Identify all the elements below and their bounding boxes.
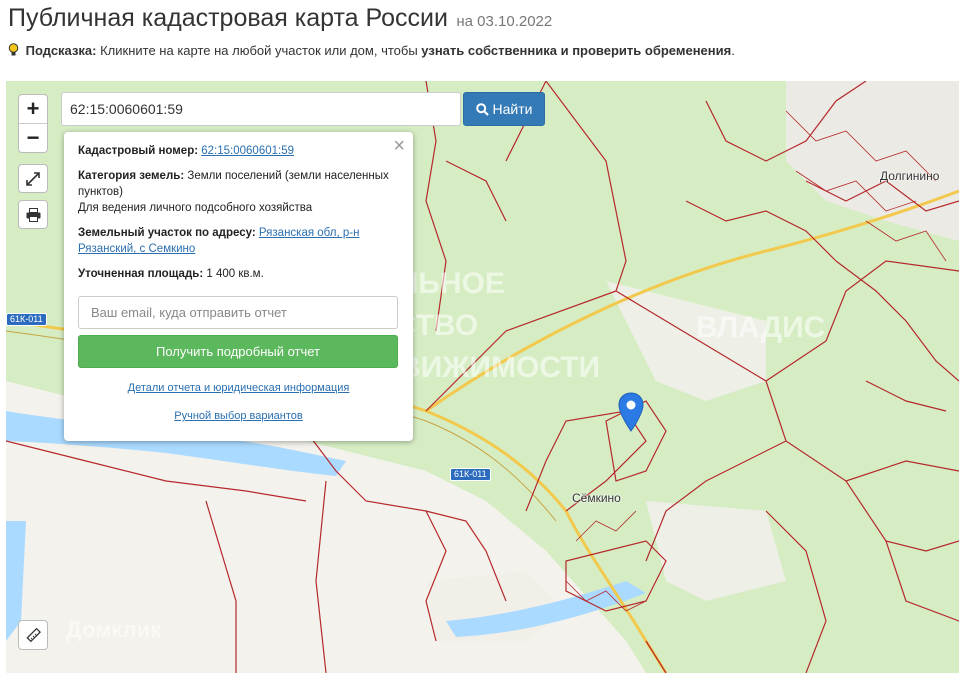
search-input[interactable] [61,92,461,126]
ruler-button[interactable] [18,620,48,650]
category-label: Категория земель: [78,170,185,182]
map-label-semkino: Сёмкино [572,491,621,505]
search-icon [475,102,489,116]
watermark-text: Домклик [66,617,162,642]
page: Публичная кадастровая карта России на 03… [0,0,959,673]
location-marker-icon[interactable] [618,392,644,432]
hint-bold-text: узнать собственника и проверить обремене… [421,43,732,58]
printer-icon [26,207,40,222]
print-button[interactable] [18,200,48,229]
field-area [786,81,959,241]
lightbulb-icon [8,43,19,56]
category-row: Категория земель: Земли поселений (земли… [78,168,399,216]
ruler-icon [26,627,41,643]
page-header: Публичная кадастровая карта России на 03… [8,4,552,33]
page-title: Публичная кадастровая карта России [8,4,448,32]
email-field[interactable] [78,296,398,329]
area-label: Уточненная площадь: [78,268,204,280]
close-icon[interactable]: × [393,136,405,156]
expand-icon [26,171,40,186]
area-row: Уточненная площадь: 1 400 кв.м. [78,266,399,282]
search-button[interactable]: Найти [463,92,545,126]
cadastral-label: Кадастровый номер: [78,145,199,157]
manual-select-link[interactable]: Ручной выбор вариантов [174,410,302,422]
zoom-in-button[interactable]: + [19,95,47,123]
field-area [646,501,786,601]
area-value: 1 400 кв.м. [206,268,264,280]
manual-link-row: Ручной выбор вариантов [78,408,399,424]
cadastral-number-link[interactable]: 62:15:0060601:59 [201,145,294,157]
map-label-dolginino: Долгинино [880,169,940,183]
road-sign: 61К-011 [6,313,47,326]
address-row: Земельный участок по адресу: Рязанская о… [78,225,399,257]
cadastral-number-row: Кадастровый номер: 62:15:0060601:59 [78,143,399,159]
address-label: Земельный участок по адресу: [78,227,256,239]
road-sign: 61К-011 [450,468,491,481]
page-date: на 03.10.2022 [456,13,553,30]
report-details-link[interactable]: Детали отчета и юридическая информация [128,382,350,394]
watermark-text: ВЛАДИС [696,311,826,344]
zoom-out-button[interactable]: − [19,123,47,152]
hint-text: Кликните на карте на любой участок или д… [100,43,418,58]
hint-label: Подсказка: [25,43,97,58]
hint-end: . [731,43,735,58]
cadastral-map[interactable]: ЦЕНТРАЛЬНОЕ АГЕНТСТВО НЕДВИЖИМОСТИ ВЛАДИ… [6,81,959,673]
hint: Подсказка: Кликните на карте на любой уч… [8,43,735,58]
fullscreen-button[interactable] [18,164,48,193]
details-link-row: Детали отчета и юридическая информация [78,380,399,396]
parcel-info-popup: × Кадастровый номер: 62:15:0060601:59 Ка… [64,132,413,441]
search-button-label: Найти [492,101,533,117]
get-report-button[interactable]: Получить подробный отчет [78,335,398,368]
usage-value: Для ведения личного подсобного хозяйства [78,202,313,214]
zoom-control: + − [18,94,48,153]
